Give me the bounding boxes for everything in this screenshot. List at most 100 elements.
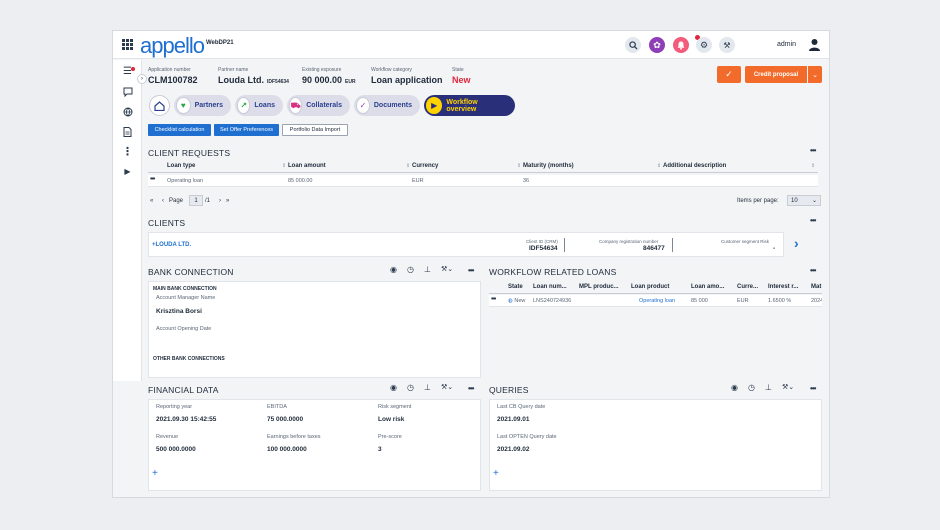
tools-dropdown-icon[interactable]: ⚒⌄ [782,383,794,391]
document-icon[interactable] [122,126,133,137]
more-vertical-icon[interactable]: ⋮ [122,146,133,158]
next-page-icon[interactable]: › [219,198,221,204]
col-currency[interactable]: Currency [412,163,438,169]
logo[interactable]: appello [140,33,205,59]
company-reg-value: 846477 [643,245,665,252]
application-number: CLM100782 [148,75,198,85]
financial-more-icon[interactable]: ••• [468,384,474,393]
col-maturity[interactable]: Maturity (months) [523,163,574,169]
tools-icon[interactable]: ⚒ [719,37,735,53]
tab-loans-label: Loans [254,102,275,109]
play-icon: ▶ [426,97,443,114]
row-more-icon[interactable]: ••• [491,296,496,303]
workflow-loans-header: State Loan num... MPL produc... Loan pro… [489,281,822,294]
client-name[interactable]: +LOUDA LTD. [152,242,191,248]
credit-proposal-dropdown[interactable]: ⌄ [808,66,822,83]
add-query-button[interactable]: + [493,468,499,479]
chat-icon[interactable] [122,86,133,97]
approve-button[interactable]: ✓ [717,66,741,83]
app-grid-icon[interactable] [122,39,133,50]
partner-name-label: Partner name [218,67,249,73]
col-loan-type[interactable]: Loan type [167,163,195,169]
table-row[interactable]: ••• Operating loan 85 000.00 EUR 36 [148,175,818,187]
hierarchy-icon[interactable]: ⊥ [424,265,431,274]
ebitda-value: 75 000.0000 [267,416,304,423]
cell-maturity: 36 [523,178,530,184]
tools-dropdown-icon[interactable]: ⚒⌄ [441,265,453,273]
col-interest[interactable]: Interest r... [768,284,798,290]
bell-icon[interactable] [673,37,689,53]
tab-workflow-overview[interactable]: ▶ Workflow overview [424,95,515,116]
sort-icon[interactable]: ⇕ [657,163,661,169]
col-maturity[interactable]: Mat [811,284,821,290]
eye-icon[interactable]: ◉ [390,383,397,392]
prev-page-icon[interactable]: ‹ [162,198,164,204]
col-loan-product[interactable]: Loan product [631,284,669,290]
eye-icon[interactable]: ◉ [390,265,397,274]
clock-icon[interactable]: ◷ [407,383,414,392]
globe-icon[interactable] [122,106,133,117]
page-number-input[interactable]: 1 [189,195,203,206]
gear-icon[interactable]: ⚙ [696,37,712,53]
cell-interest: 1.6500 % [768,298,792,304]
credit-proposal-button[interactable]: Credit proposal [745,66,807,83]
col-loan-amount[interactable]: Loan amo... [691,284,724,290]
tab-documents[interactable]: ✓ Documents [354,95,420,116]
handshake-icon: ♥ [176,97,191,114]
existing-exposure-label: Existing exposure [302,67,342,73]
cell-currency: EUR [412,178,424,184]
col-loan-amount[interactable]: Loan amount [288,163,326,169]
workflow-loans-more-icon[interactable]: ••• [810,266,816,275]
sort-icon[interactable]: ⇕ [517,163,521,169]
add-financial-button[interactable]: + [152,468,158,479]
chevron-down-icon: ⌄ [811,198,817,204]
user-name[interactable]: admin [777,41,796,48]
client-card[interactable]: +LOUDA LTD. Client ID (CRM) IDF54634 Com… [148,232,784,257]
customer-segment-label: Customer segment Risk [721,239,770,244]
table-row[interactable]: ••• ◍ New LNS240724936 Operating loan 85… [489,295,822,307]
cell-loan-product[interactable]: Operating loan [639,298,675,304]
col-loan-number[interactable]: Loan num... [533,284,567,290]
clients-more-icon[interactable]: ••• [810,216,816,225]
col-additional-description[interactable]: Additional description [663,163,726,169]
last-page-icon[interactable]: » [226,198,229,204]
hierarchy-icon[interactable]: ⊥ [424,383,431,392]
main-bank-label: MAIN BANK CONNECTION [153,286,217,292]
sort-icon[interactable]: ⇕ [811,163,815,169]
queries-more-icon[interactable]: ••• [810,384,816,393]
bank-more-icon[interactable]: ••• [468,266,474,275]
checklist-calculation-button[interactable]: Checklist calculation [148,124,211,136]
row-more-icon[interactable]: ••• [150,176,155,183]
brain-icon[interactable]: ✿ [649,37,665,53]
tools-dropdown-icon[interactable]: ⚒⌄ [441,383,453,391]
first-page-icon[interactable]: « [150,198,153,204]
user-icon[interactable] [808,38,821,51]
items-per-page-select[interactable]: 10 ⌄ [787,195,821,206]
col-state[interactable]: State [508,284,523,290]
sidebar-expand-icon[interactable]: › [137,74,147,84]
clock-icon[interactable]: ◷ [407,265,414,274]
play-icon[interactable]: ▶ [122,166,133,177]
client-requests-more-icon[interactable]: ••• [810,146,816,155]
col-currency[interactable]: Curre... [737,284,758,290]
ebt-label: Earnings before taxes [267,434,321,440]
tab-loans[interactable]: ↗ Loans [235,95,283,116]
application-number-label: Application number [148,67,191,73]
tab-collaterals[interactable]: ⛟ Collaterals [287,95,350,116]
col-mpl-product[interactable]: MPL produc... [579,284,619,290]
hierarchy-icon[interactable]: ⊥ [765,383,772,392]
app-version: WebDP21 [206,40,234,46]
financial-data-card: Reporting year 2021.09.30 15:42:55 EBITD… [148,399,481,491]
eye-icon[interactable]: ◉ [731,383,738,392]
portfolio-data-import-button[interactable]: Portfolio Data Import [282,124,348,136]
clock-icon[interactable]: ◷ [748,383,755,392]
tab-partners[interactable]: ♥ Partners [174,95,231,116]
set-offer-preferences-button[interactable]: Set Offer Preferences [214,124,279,136]
customer-segment-value: - [773,245,776,252]
home-button[interactable] [149,95,170,116]
chevron-right-icon[interactable]: › [794,235,799,251]
search-icon[interactable] [625,37,641,53]
sort-icon[interactable]: ⇕ [406,163,410,169]
tab-documents-label: Documents [373,102,412,109]
sort-icon[interactable]: ⇕ [282,163,286,169]
